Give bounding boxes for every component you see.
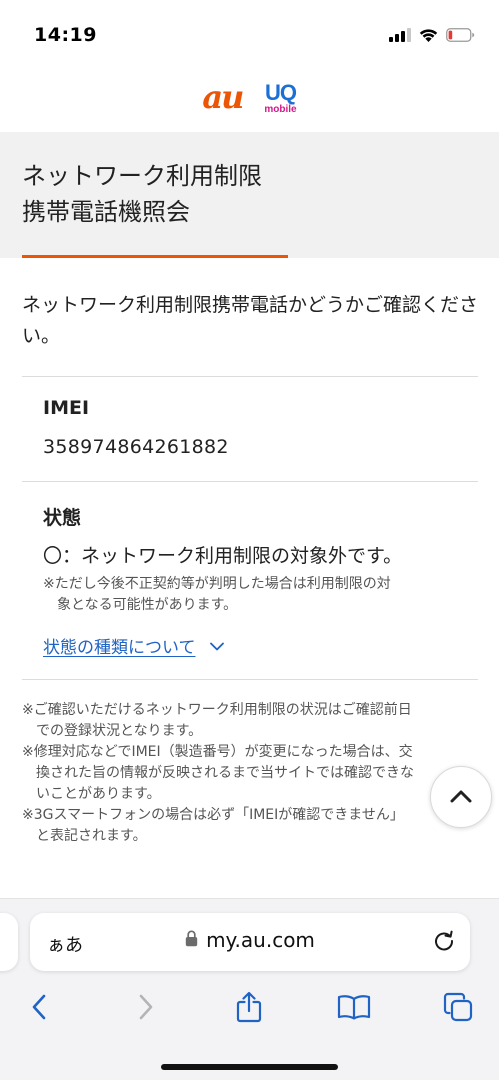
imei-value: 358974864261882 bbox=[43, 436, 229, 458]
bookmarks-button[interactable] bbox=[332, 987, 376, 1031]
au-logo: au bbox=[202, 78, 244, 116]
page-title-area: ネットワーク利用制限 携帯電話機照会 bbox=[0, 132, 499, 258]
status-types-link[interactable]: 状態の種類について bbox=[43, 633, 224, 658]
tabs-icon[interactable] bbox=[443, 992, 473, 1026]
note-line: と表記されます。 bbox=[22, 828, 147, 844]
home-indicator bbox=[161, 1064, 338, 1070]
chevron-down-icon[interactable] bbox=[209, 636, 224, 656]
note-line: いことがあります。 bbox=[22, 786, 161, 802]
tabs-button[interactable] bbox=[436, 987, 480, 1031]
address-bar[interactable]: ぁあ my.au.com bbox=[30, 913, 470, 971]
status-time: 14:19 bbox=[34, 24, 97, 46]
forward-button[interactable] bbox=[124, 987, 168, 1031]
notes: ※ご確認いただけるネットワーク利用制限の状況はご確認前日 での登録状況となります… bbox=[22, 700, 482, 847]
page-title-line2: 携帯電話機照会 bbox=[22, 198, 190, 226]
browser-bottom-bar: ぁあ my.au.com bbox=[0, 898, 499, 1080]
screen: 14:19 au UQ mobile ネットワーク利用制限 携帯電話機照会 ネッ… bbox=[0, 0, 499, 1080]
divider bbox=[22, 376, 478, 377]
cellular-signal-icon bbox=[389, 27, 411, 46]
status-value: 〇：ネットワーク利用制限の対象外です。 bbox=[43, 545, 403, 567]
page-title-line1: ネットワーク利用制限 bbox=[22, 162, 262, 190]
status-note: ※ただし今後不正契約等が判明した場合は利用制限の対 象となる可能性があります。 bbox=[43, 574, 463, 616]
uq-mobile-logo: UQ mobile bbox=[264, 79, 297, 115]
back-button[interactable] bbox=[17, 987, 61, 1031]
note-line: ※ご確認いただけるネットワーク利用制限の状況はご確認前日 bbox=[22, 702, 412, 718]
imei-label: IMEI bbox=[43, 397, 90, 419]
back-icon[interactable] bbox=[31, 994, 47, 1024]
status-icons bbox=[389, 27, 475, 46]
divider bbox=[22, 679, 478, 680]
share-icon[interactable] bbox=[236, 991, 262, 1027]
uq-logo-text: UQ bbox=[264, 79, 297, 105]
address-center: my.au.com bbox=[30, 928, 470, 952]
bookmarks-icon[interactable] bbox=[337, 994, 371, 1024]
url-text[interactable]: my.au.com bbox=[206, 928, 315, 952]
previous-tab-peek[interactable] bbox=[0, 913, 18, 971]
status-note-line1: ※ただし今後不正契約等が判明した場合は利用制限の対 bbox=[43, 576, 391, 592]
reload-icon[interactable] bbox=[432, 929, 456, 957]
note-line: ※3Gスマートフォンの場合は必ず「IMEIが確認できません」 bbox=[22, 807, 404, 823]
intro-text: ネットワーク利用制限携帯電話かどうかご確認ください。 bbox=[22, 294, 479, 347]
browser-toolbar bbox=[0, 987, 499, 1031]
battery-low-icon bbox=[446, 27, 475, 46]
wifi-icon bbox=[418, 27, 439, 46]
forward-icon[interactable] bbox=[138, 994, 154, 1024]
chevron-up-icon bbox=[450, 788, 472, 807]
uq-logo-sub: mobile bbox=[264, 103, 297, 115]
note-line: 換された旨の情報が反映されるまで当サイトでは確認できな bbox=[22, 765, 414, 781]
status-bar: 14:19 bbox=[0, 0, 499, 66]
note-line: での登録状況となります。 bbox=[22, 723, 203, 739]
status-note-line2: 象となる可能性があります。 bbox=[57, 597, 238, 613]
logo-bar: au UQ mobile bbox=[0, 66, 499, 132]
page-title: ネットワーク利用制限 携帯電話機照会 bbox=[22, 158, 262, 230]
lock-icon bbox=[185, 930, 198, 951]
share-button[interactable] bbox=[227, 987, 271, 1031]
divider bbox=[22, 481, 478, 482]
note-line: ※修理対応などでIMEI（製造番号）が変更になった場合は、交 bbox=[22, 744, 413, 760]
title-underline bbox=[22, 255, 288, 258]
status-label: 状態 bbox=[43, 507, 82, 529]
scroll-to-top-button[interactable] bbox=[430, 766, 492, 828]
status-types-link-text[interactable]: 状態の種類について bbox=[43, 633, 196, 658]
